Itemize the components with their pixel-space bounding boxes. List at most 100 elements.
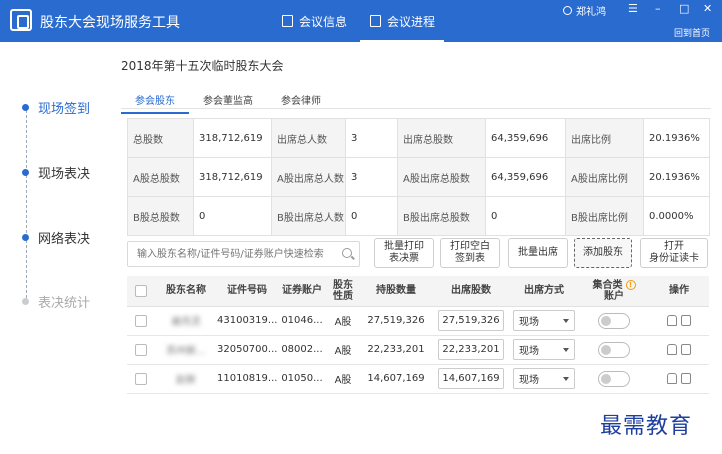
row-checkbox[interactable] bbox=[135, 314, 147, 327]
cell-attend-shares bbox=[433, 335, 509, 365]
col-header-ops: 操作 bbox=[649, 276, 709, 307]
cell-nature: A股 bbox=[327, 364, 359, 394]
tab-divider bbox=[121, 108, 711, 109]
cell-account: 01050... bbox=[277, 364, 327, 394]
row-checkbox[interactable] bbox=[135, 372, 147, 385]
collective-account-toggle[interactable] bbox=[598, 341, 630, 358]
stat-value: 0.0000% bbox=[643, 196, 710, 236]
open-id-reader-button[interactable]: 打开 身份证读卡 bbox=[640, 238, 708, 268]
print-icon[interactable] bbox=[667, 314, 677, 326]
attend-shares-input[interactable] bbox=[438, 368, 504, 389]
cell-ops bbox=[649, 364, 709, 394]
cell-nature: A股 bbox=[327, 306, 359, 336]
delete-icon[interactable] bbox=[681, 314, 691, 326]
search-input[interactable] bbox=[127, 241, 360, 267]
sidebar-step-label: 现场签到 bbox=[38, 102, 91, 117]
close-button[interactable]: ✕ bbox=[703, 2, 712, 15]
table-row: 谢月灵 43100319... 01046... A股 27,519,326 现… bbox=[127, 306, 709, 336]
attend-method-select[interactable]: 现场 bbox=[513, 310, 575, 331]
table-row: 赵新 11010819... 01050... A股 14,607,169 现场 bbox=[127, 364, 709, 394]
cell-shares: 22,233,201 bbox=[359, 335, 433, 365]
button-label: 批量打印 表决票 bbox=[384, 241, 424, 264]
col-header-method: 出席方式 bbox=[509, 276, 579, 307]
step-dot-icon bbox=[22, 234, 29, 241]
collective-account-toggle[interactable] bbox=[598, 312, 630, 329]
step-dot-icon bbox=[22, 169, 29, 176]
print-icon[interactable] bbox=[667, 372, 677, 384]
document-icon bbox=[282, 15, 293, 27]
col-header-name: 股东名称 bbox=[155, 276, 217, 307]
attend-method-select[interactable]: 现场 bbox=[513, 368, 575, 389]
delete-icon[interactable] bbox=[681, 372, 691, 384]
active-nav-indicator bbox=[360, 40, 444, 42]
home-link[interactable]: 回到首页 bbox=[674, 26, 710, 39]
sidebar-step-vote-stats[interactable]: 表决统计 bbox=[22, 292, 90, 311]
progress-icon bbox=[370, 15, 381, 27]
stat-label: B股出席比例 bbox=[565, 196, 644, 236]
sidebar-step-label: 表决统计 bbox=[38, 296, 91, 311]
stat-value: 3 bbox=[345, 118, 398, 158]
print-icon[interactable] bbox=[667, 343, 677, 355]
col-header-account: 证券账户 bbox=[277, 276, 327, 307]
minimize-button[interactable]: – bbox=[655, 2, 661, 15]
attendee-tabs: 参会股东 参会董监高 参会律师 bbox=[121, 90, 335, 114]
print-blank-signin-button[interactable]: 打印空白 签到表 bbox=[440, 238, 500, 268]
collective-account-toggle[interactable] bbox=[598, 370, 630, 387]
cell-id: 11010819... bbox=[217, 364, 277, 394]
stat-label: B股总股数 bbox=[127, 196, 194, 236]
cell-name: 赵新 bbox=[155, 364, 217, 394]
cell-ops bbox=[649, 335, 709, 365]
button-label: 打开 身份证读卡 bbox=[649, 241, 699, 264]
cell-attend-shares bbox=[433, 364, 509, 394]
info-icon[interactable]: ! bbox=[625, 279, 636, 290]
tab-shareholders[interactable]: 参会股东 bbox=[121, 90, 189, 114]
row-select-cell bbox=[127, 335, 155, 365]
stat-label: B股出席总人数 bbox=[271, 196, 346, 236]
stat-value: 64,359,696 bbox=[485, 157, 566, 197]
stat-value: 0 bbox=[485, 196, 566, 236]
nav-meeting-info[interactable]: 会议信息 bbox=[282, 0, 347, 42]
menu-icon[interactable]: ☰ bbox=[628, 2, 638, 15]
stat-value: 3 bbox=[345, 157, 398, 197]
attend-shares-input[interactable] bbox=[438, 339, 504, 360]
stat-label: A股总股数 bbox=[127, 157, 194, 197]
title-bar: 股东大会现场服务工具 会议信息 会议进程 郑礼鸿 ☰ – □ ✕ 回到首页 bbox=[0, 0, 722, 42]
sidebar-step-label: 网络表决 bbox=[38, 232, 91, 247]
nav-meeting-progress[interactable]: 会议进程 bbox=[370, 0, 435, 42]
tab-directors[interactable]: 参会董监高 bbox=[189, 90, 267, 114]
batch-attend-button[interactable]: 批量出席 bbox=[508, 238, 568, 268]
nav-meeting-info-label: 会议信息 bbox=[299, 14, 348, 29]
sidebar-step-checkin[interactable]: 现场签到 bbox=[22, 98, 90, 117]
select-all-checkbox[interactable] bbox=[135, 284, 147, 297]
add-shareholder-button[interactable]: 添加股东 bbox=[574, 238, 632, 268]
cell-method: 现场 bbox=[509, 306, 579, 336]
attend-shares-input[interactable] bbox=[438, 310, 504, 331]
table-row: 苏州新... 32050700... 08002... A股 22,233,20… bbox=[127, 335, 709, 365]
maximize-button[interactable]: □ bbox=[679, 2, 689, 15]
caret-down-icon bbox=[563, 376, 569, 381]
tab-lawyers[interactable]: 参会律师 bbox=[267, 90, 335, 114]
sidebar-step-onsite-vote[interactable]: 现场表决 bbox=[22, 163, 90, 182]
attend-method-select[interactable]: 现场 bbox=[513, 339, 575, 360]
col-header-attend-shares: 出席股数 bbox=[433, 276, 509, 307]
batch-print-ballot-button[interactable]: 批量打印 表决票 bbox=[374, 238, 434, 268]
select-all-cell bbox=[127, 276, 155, 307]
cell-nature: A股 bbox=[327, 335, 359, 365]
user-info[interactable]: 郑礼鸿 bbox=[563, 3, 606, 18]
stat-label: A股出席比例 bbox=[565, 157, 644, 197]
row-select-cell bbox=[127, 364, 155, 394]
row-checkbox[interactable] bbox=[135, 343, 147, 356]
cell-account: 01046... bbox=[277, 306, 327, 336]
stat-value: 318,712,619 bbox=[193, 157, 272, 197]
search-icon[interactable] bbox=[342, 248, 352, 258]
app-logo-icon bbox=[10, 9, 32, 31]
sidebar-step-online-vote[interactable]: 网络表决 bbox=[22, 228, 90, 247]
stat-label: 出席比例 bbox=[565, 118, 644, 158]
step-dot-icon bbox=[22, 104, 29, 111]
stat-value: 0 bbox=[345, 196, 398, 236]
cell-method: 现场 bbox=[509, 335, 579, 365]
user-name: 郑礼鸿 bbox=[576, 7, 606, 18]
delete-icon[interactable] bbox=[681, 343, 691, 355]
cell-collective bbox=[579, 364, 649, 394]
caret-down-icon bbox=[563, 318, 569, 323]
